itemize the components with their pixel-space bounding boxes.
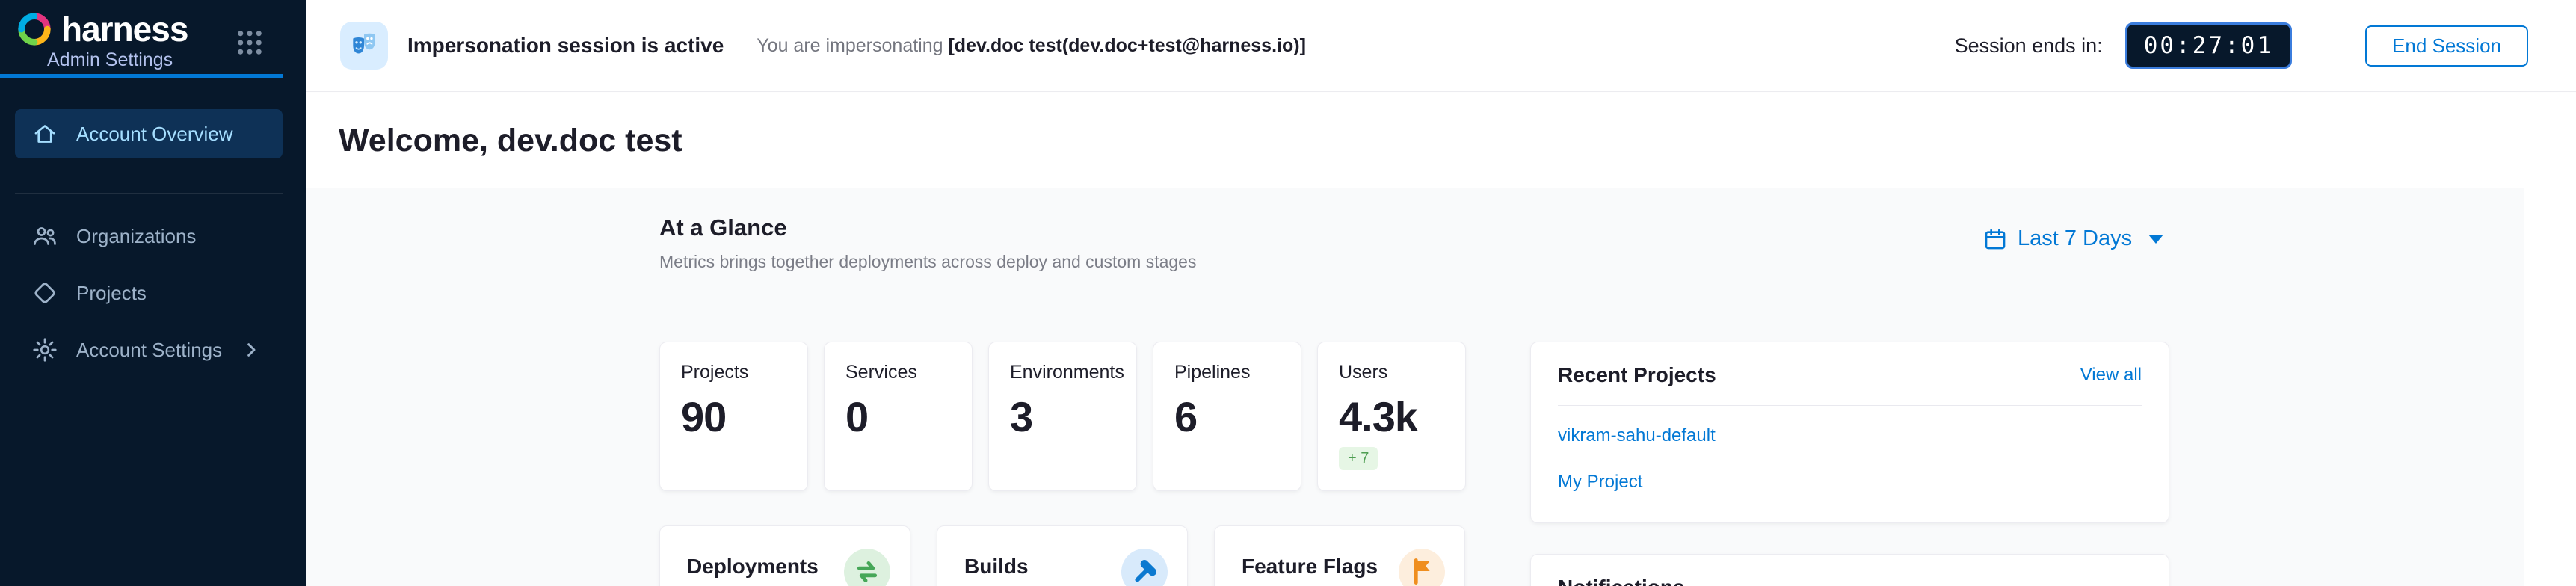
impersonation-banner: Impersonation session is active You are … [306, 0, 2576, 92]
module-card-deployments[interactable]: Deployments [659, 525, 910, 586]
session-timer: 00:27:01 [2125, 22, 2292, 69]
stat-label: Environments [1010, 362, 1136, 383]
sidebar-item-label: Organizations [76, 225, 196, 248]
recent-project-link[interactable]: vikram-sahu-default [1558, 425, 2142, 446]
organizations-icon [31, 223, 58, 250]
view-all-link[interactable]: View all [2080, 365, 2142, 386]
glance-subtitle: Metrics brings together deployments acro… [659, 252, 1196, 272]
welcome-heading: Welcome, dev.doc test [339, 123, 682, 159]
recent-projects-title: Recent Projects [1558, 363, 1716, 387]
home-icon [31, 120, 58, 147]
recent-project-link[interactable]: My Project [1558, 472, 2142, 493]
app-window: harness Admin Settings Account Overview … [0, 0, 2576, 586]
welcome-strip: Welcome, dev.doc test [306, 93, 2576, 188]
stat-card-services[interactable]: Services 0 [824, 342, 973, 491]
gear-icon [31, 336, 58, 363]
sidebar-item-label: Account Settings [76, 339, 222, 362]
stat-label: Projects [681, 362, 807, 383]
impersonation-title: Impersonation session is active [407, 34, 724, 58]
impersonation-subtitle-prefix: You are impersonating [757, 35, 943, 56]
session-ends-label: Session ends in: [1955, 34, 2103, 58]
sidebar-item-label: Projects [76, 282, 147, 305]
deployments-icon [844, 549, 890, 586]
chevron-right-icon [239, 338, 263, 367]
caret-down-icon [2148, 235, 2163, 244]
module-grid-icon[interactable] [234, 27, 265, 58]
module-card-feature-flags[interactable]: Feature Flags [1214, 525, 1465, 586]
feature-flags-icon [1399, 549, 1445, 586]
stat-label: Services [845, 362, 972, 383]
stat-value: 0 [845, 392, 972, 441]
sidebar-accent-bar [0, 74, 283, 78]
stat-value: 6 [1174, 392, 1301, 441]
stat-card-users[interactable]: Users 4.3k + 7 [1317, 342, 1466, 491]
sidebar-divider [15, 193, 283, 194]
stat-label: Pipelines [1174, 362, 1301, 383]
harness-logo[interactable]: harness [15, 9, 188, 49]
stat-card-pipelines[interactable]: Pipelines 6 [1153, 342, 1301, 491]
impersonated-user: [dev.doc test(dev.doc+test@harness.io)] [948, 35, 1305, 56]
calendar-icon [1983, 227, 2007, 251]
stat-value: 90 [681, 392, 807, 441]
stat-value: 3 [1010, 392, 1136, 441]
sidebar-item-label: Account Overview [76, 123, 233, 146]
sidebar-item-organizations[interactable]: Organizations [15, 213, 283, 259]
date-range-selector[interactable]: Last 7 Days [1983, 226, 2163, 251]
module-title: Deployments [687, 555, 819, 579]
end-session-button[interactable]: End Session [2365, 25, 2528, 67]
harness-logo-icon [15, 10, 54, 49]
sidebar-item-account-settings[interactable]: Account Settings [15, 327, 283, 373]
impersonation-masks-icon [340, 22, 388, 70]
sidebar-item-projects[interactable]: Projects [15, 270, 283, 316]
module-card-builds[interactable]: Builds [937, 525, 1188, 586]
notifications-title: Notifications [1558, 576, 1685, 586]
notifications-card: Notifications [1530, 554, 2169, 586]
session-controls: Session ends in: 00:27:01 End Session [1955, 22, 2528, 69]
stat-card-environments[interactable]: Environments 3 [988, 342, 1137, 491]
harness-logo-text: harness [61, 9, 188, 49]
stat-card-projects[interactable]: Projects 90 [659, 342, 808, 491]
scroll-gutter[interactable] [2524, 188, 2576, 586]
admin-settings-label: Admin Settings [47, 49, 173, 71]
module-title: Feature Flags [1242, 555, 1378, 579]
projects-icon [31, 280, 58, 306]
stat-value: 4.3k [1339, 392, 1465, 441]
date-range-label: Last 7 Days [2018, 226, 2132, 251]
sidebar-item-account-overview[interactable]: Account Overview [15, 109, 283, 158]
user-delta-badge: + 7 [1339, 447, 1378, 470]
stat-label: Users [1339, 362, 1465, 383]
impersonation-subtitle: You are impersonating [dev.doc test(dev.… [757, 35, 1306, 57]
sidebar: harness Admin Settings Account Overview … [0, 0, 306, 586]
panel-divider [1558, 405, 2142, 406]
recent-projects-card: Recent Projects View all vikram-sahu-def… [1530, 342, 2169, 523]
module-title: Builds [964, 555, 1029, 579]
builds-icon [1121, 549, 1168, 586]
glance-title: At a Glance [659, 215, 787, 241]
